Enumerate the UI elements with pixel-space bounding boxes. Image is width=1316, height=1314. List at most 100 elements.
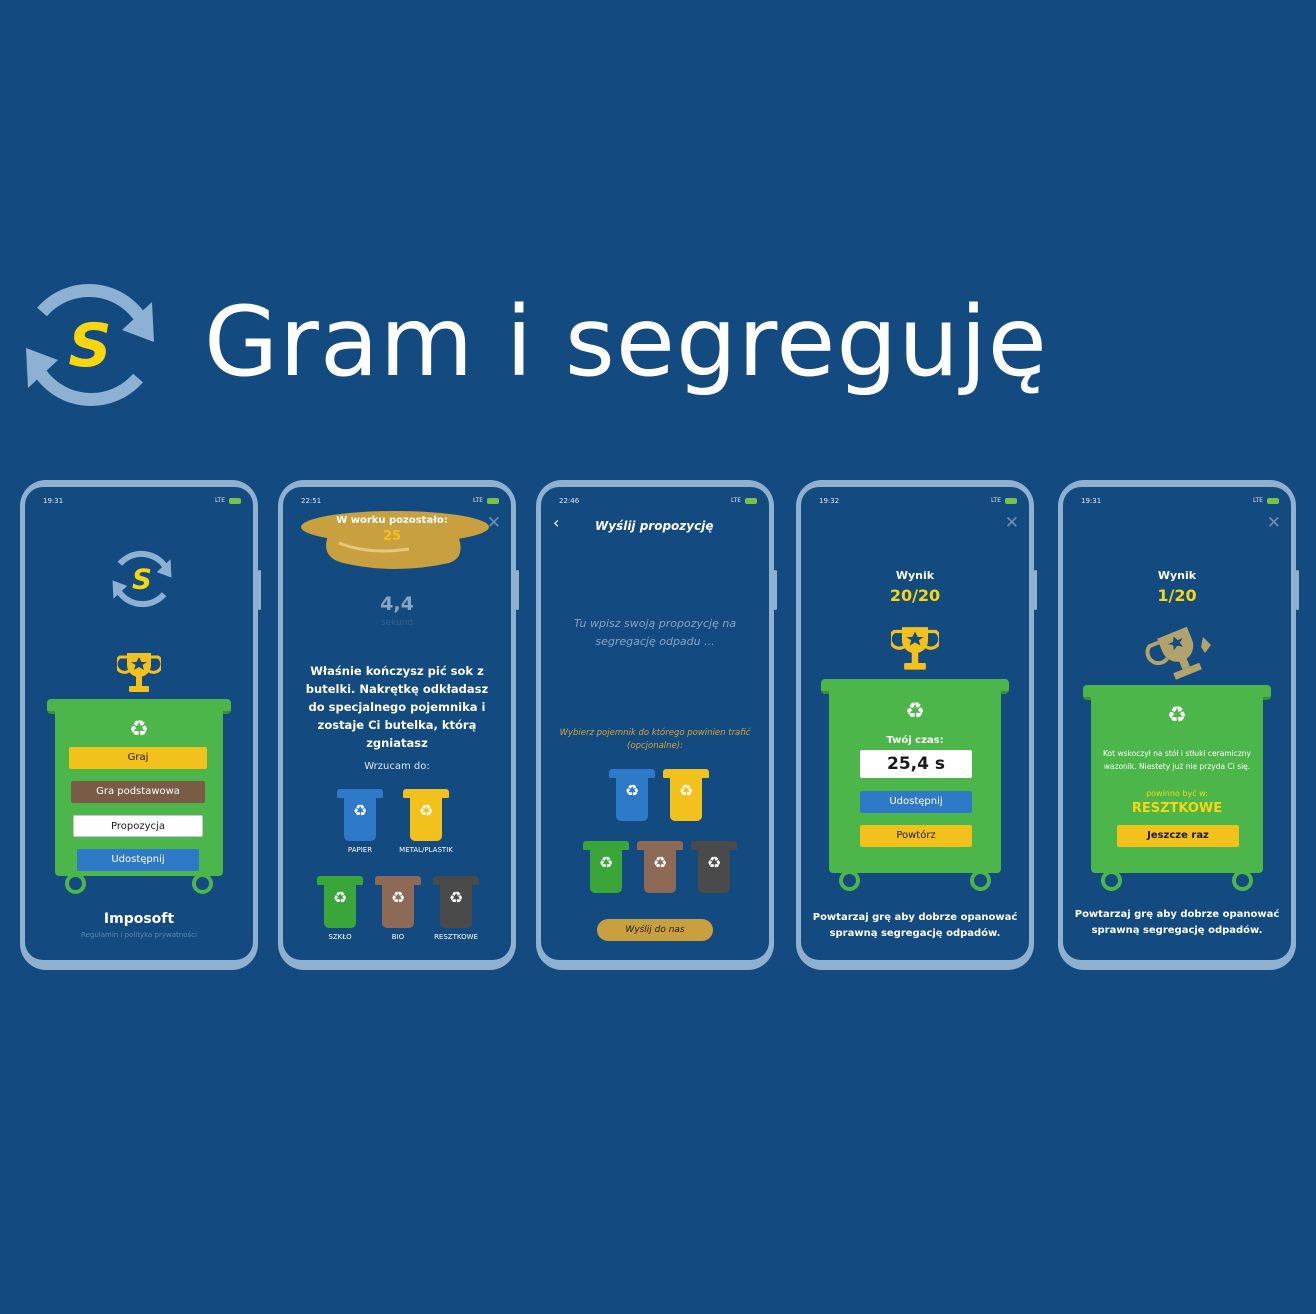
share-button[interactable]: Udostępnij bbox=[860, 791, 972, 813]
bin-label-residual: RESZTKOWE bbox=[434, 933, 478, 941]
bin-residual[interactable]: ♻ bbox=[691, 841, 737, 893]
score: 1/20 bbox=[1157, 586, 1197, 605]
screen: 19:31 LTE ✕ Wynik 1/20 ♻ Kot wskoczył na… bbox=[1063, 487, 1291, 960]
svg-text:S: S bbox=[132, 563, 152, 596]
status-bar: 19:31 LTE bbox=[43, 497, 241, 507]
trophy-icon bbox=[117, 653, 161, 692]
correct-bin: RESZTKOWE bbox=[1131, 801, 1223, 816]
close-icon[interactable]: ✕ bbox=[1267, 515, 1281, 532]
explanation-text: Kot wskoczył na stół i stłukł ceramiczny… bbox=[1103, 749, 1251, 771]
battery-icon bbox=[229, 498, 241, 504]
result-container: ♻ Kot wskoczył na stół i stłukł ceramicz… bbox=[1083, 685, 1271, 891]
status-time: 22:46 bbox=[559, 497, 580, 505]
recycle-icon: ♻ bbox=[678, 781, 694, 800]
choose-bin-label: Wybierz pojemnik do którego powinien tra… bbox=[559, 728, 751, 751]
battery-icon bbox=[1005, 498, 1017, 504]
time-label: Twój czas: bbox=[886, 735, 944, 746]
recycle-icon: ♻ bbox=[1167, 703, 1187, 728]
time-value: 25,4 s bbox=[860, 750, 972, 778]
bin-glass[interactable]: ♻ bbox=[317, 876, 363, 928]
recycle-arrows-icon: S bbox=[112, 550, 172, 608]
app-banner: S Gram i segreguję bbox=[14, 272, 1114, 422]
status-network: LTE bbox=[473, 497, 483, 504]
recycle-icon: ♻ bbox=[598, 853, 614, 872]
recycle-arrows-icon: S bbox=[26, 284, 154, 406]
timer-unit: sekund bbox=[380, 618, 414, 628]
repeat-button[interactable]: Powtórz bbox=[860, 825, 972, 847]
logo-letter: S bbox=[68, 311, 111, 381]
phone-result-fail-screen: 19:31 LTE ✕ Wynik 1/20 ♻ Kot wskoczył na… bbox=[1058, 480, 1299, 970]
bin-glass[interactable]: ♻ bbox=[583, 841, 629, 893]
bag-label: W worku pozostało: bbox=[336, 515, 448, 526]
recycle-icon: ♻ bbox=[332, 888, 348, 907]
result-label: Wynik bbox=[895, 569, 935, 582]
bin-bio[interactable]: ♻ bbox=[637, 841, 683, 893]
share-button[interactable]: Udostępnij bbox=[77, 849, 199, 871]
recycle-icon: ♻ bbox=[624, 781, 640, 800]
footer-text: Powtarzaj grę aby dobrze opanować sprawn… bbox=[1074, 909, 1280, 936]
recycle-icon: ♻ bbox=[448, 888, 464, 907]
bin-paper[interactable]: ♻ bbox=[337, 789, 383, 841]
battery-icon bbox=[745, 498, 757, 504]
phone-proposal-screen: 22:46 LTE ‹ Wyślij propozycję Tu wpisz s… bbox=[536, 480, 777, 970]
status-bar: 19:31 LTE bbox=[1081, 497, 1279, 507]
app-title: Gram i segreguję bbox=[204, 286, 1048, 398]
terms-link[interactable]: Regulamin i polityka prywatności bbox=[25, 931, 253, 939]
battery-icon bbox=[487, 498, 499, 504]
score: 20/20 bbox=[889, 586, 941, 605]
bag-count: 25 bbox=[382, 529, 402, 544]
play-button[interactable]: Graj bbox=[69, 747, 207, 769]
status-bar: 22:51 LTE bbox=[301, 497, 499, 507]
again-button[interactable]: Jeszcze raz bbox=[1117, 825, 1239, 847]
status-network: LTE bbox=[1253, 497, 1263, 504]
status-bar: 19:32 LTE bbox=[819, 497, 1017, 507]
recycle-icon: ♻ bbox=[652, 853, 668, 872]
bin-paper[interactable]: ♻ bbox=[609, 769, 655, 821]
screen: 22:46 LTE ‹ Wyślij propozycję Tu wpisz s… bbox=[541, 487, 769, 960]
status-time: 19:31 bbox=[1081, 497, 1102, 505]
bin-metal-plastic[interactable]: ♻ bbox=[663, 769, 709, 821]
menu-container: ♻ Graj Gra podstawowa Propozycja Udostęp… bbox=[47, 699, 231, 894]
proposal-button[interactable]: Propozycja bbox=[73, 815, 203, 837]
timer-value: 4,4 bbox=[380, 593, 414, 615]
throw-label: Wrzucam do: bbox=[364, 761, 430, 772]
recycle-icon: ♻ bbox=[905, 699, 925, 724]
recycle-icon: ♻ bbox=[418, 801, 434, 820]
proposal-input[interactable]: Tu wpisz swoją propozycję na segregację … bbox=[553, 615, 757, 651]
should-be-label: powinno być w: bbox=[1146, 789, 1208, 798]
status-time: 22:51 bbox=[301, 497, 322, 505]
status-network: LTE bbox=[215, 497, 225, 504]
footer-text: Powtarzaj grę aby dobrze opanować sprawn… bbox=[812, 912, 1018, 939]
status-network: LTE bbox=[991, 497, 1001, 504]
bin-bio[interactable]: ♻ bbox=[375, 876, 421, 928]
status-time: 19:31 bbox=[43, 497, 64, 505]
phone-result-success-screen: 19:32 LTE ✕ Wynik 20/20 ♻ Twój czas: 25,… bbox=[796, 480, 1037, 970]
close-icon[interactable]: ✕ bbox=[487, 515, 501, 532]
trophy-icon bbox=[891, 627, 939, 670]
screen-title: Wyślij propozycję bbox=[595, 519, 714, 533]
close-icon[interactable]: ✕ bbox=[1005, 515, 1019, 532]
result-container: ♻ Twój czas: 25,4 s Udostępnij Powtórz bbox=[821, 679, 1009, 891]
bin-residual[interactable]: ♻ bbox=[433, 876, 479, 928]
bin-label-paper: PAPIER bbox=[347, 846, 373, 854]
result-label: Wynik bbox=[1157, 569, 1197, 582]
screen: 19:31 LTE S ♻ Graj Gra podstawowa Propoz… bbox=[25, 487, 253, 960]
bin-label-glass: SZKŁO bbox=[328, 933, 352, 941]
company-name: Imposoft bbox=[103, 911, 175, 927]
bin-label-bio: BIO bbox=[391, 933, 405, 941]
status-network: LTE bbox=[731, 497, 741, 504]
battery-icon bbox=[1267, 498, 1279, 504]
send-button[interactable]: Wyślij do nas bbox=[597, 919, 713, 941]
recycle-icon: ♻ bbox=[390, 888, 406, 907]
recycle-icon: ♻ bbox=[129, 717, 149, 742]
back-chevron-icon[interactable]: ‹ bbox=[553, 513, 559, 532]
question-text: Właśnie kończysz pić sok z butelki. Nakr… bbox=[305, 664, 489, 750]
phone-question-screen: 22:51 LTE W worku pozostało: 25 ✕ 4,4 se… bbox=[278, 480, 519, 970]
basic-game-button[interactable]: Gra podstawowa bbox=[71, 781, 205, 803]
status-bar: 22:46 LTE bbox=[559, 497, 757, 507]
bin-metal-plastic[interactable]: ♻ bbox=[403, 789, 449, 841]
recycle-icon: ♻ bbox=[706, 853, 722, 872]
screen: 22:51 LTE W worku pozostało: 25 ✕ 4,4 se… bbox=[283, 487, 511, 960]
phone-menu-screen: 19:31 LTE S ♻ Graj Gra podstawowa Propoz… bbox=[20, 480, 261, 970]
status-time: 19:32 bbox=[819, 497, 840, 505]
